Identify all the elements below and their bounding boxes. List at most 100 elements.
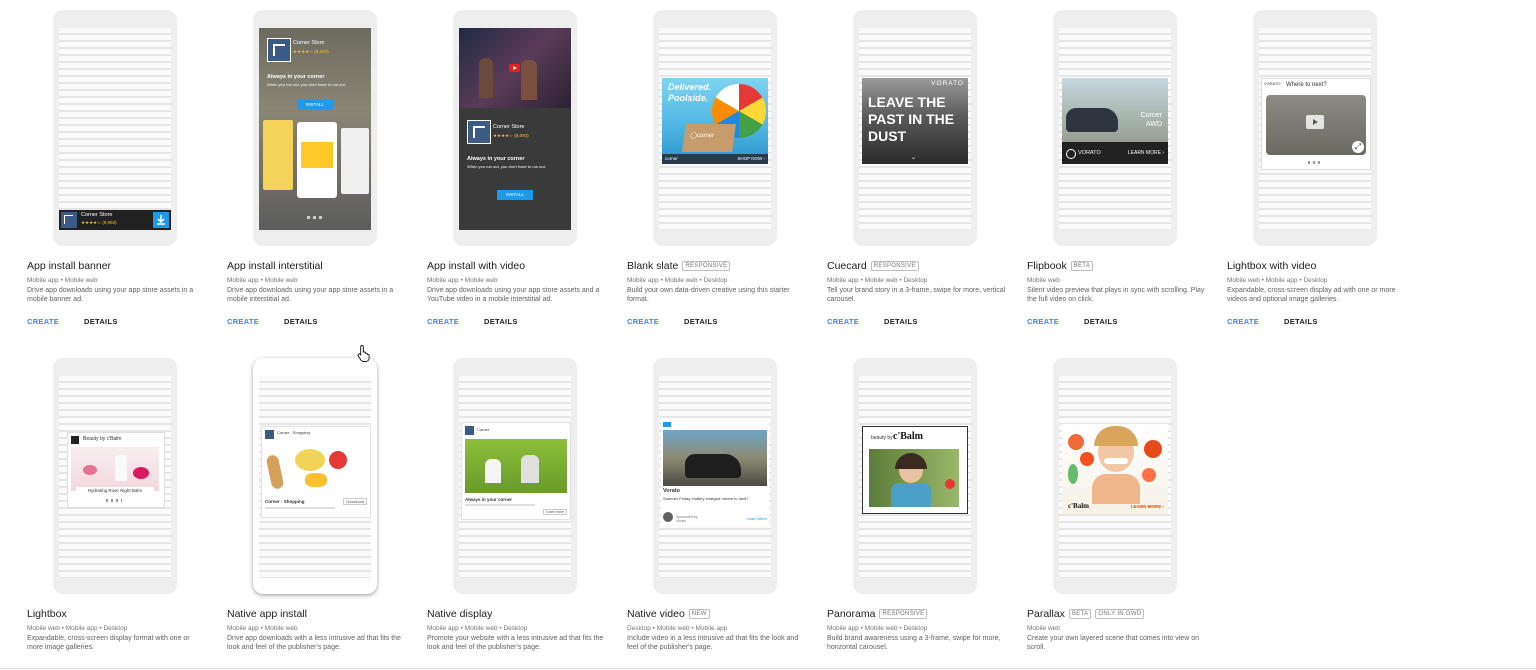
phone-preview[interactable]: c'Balm LEARN MORE › xyxy=(1053,358,1177,594)
create-button[interactable]: CREATE xyxy=(1227,317,1259,326)
phone-preview[interactable]: Corner Store ★★★★☆ (9,093) Always in you… xyxy=(453,10,577,246)
details-button[interactable]: DETAILS xyxy=(284,317,318,326)
template-description: Promote your website with a less intrusi… xyxy=(427,635,604,651)
create-button[interactable]: CREATE xyxy=(1027,317,1059,326)
phone-preview[interactable]: VORATO Where to next? ⤢ xyxy=(1253,10,1377,246)
template-name: App install banner xyxy=(27,260,112,272)
phone-preview[interactable]: Corner Store ★★★★☆ (9,093) Always in you… xyxy=(253,10,377,246)
brand: VORATO xyxy=(931,80,964,87)
create-button[interactable]: CREATE xyxy=(627,317,659,326)
template-description: Expandable, cross-screen display format … xyxy=(27,635,190,651)
template-card-app-install-banner[interactable]: Corner Store ★★★★☆ (9,093) App install b… xyxy=(27,10,227,350)
create-button[interactable]: CREATE xyxy=(27,317,59,326)
install-button[interactable]: INSTALL xyxy=(297,100,333,110)
template-platforms: Mobile app • Mobile web xyxy=(427,277,498,284)
learn-more-link[interactable]: LEARN MORE › xyxy=(1131,504,1164,509)
details-button[interactable]: DETAILS xyxy=(684,317,718,326)
template-description: Build your own data-driven creative usin… xyxy=(627,287,790,303)
details-button[interactable]: DETAILS xyxy=(1284,317,1318,326)
phone-preview[interactable]: Vorato Summer Friday, battery charged: w… xyxy=(653,358,777,594)
template-platforms: Mobile app • Mobile web xyxy=(27,277,98,284)
youtube-play-icon[interactable] xyxy=(509,64,520,72)
headline: Always in your corner xyxy=(267,74,325,80)
brand: Corner xyxy=(477,427,490,432)
vorato-logo-icon xyxy=(663,512,673,522)
template-description: Drive app downloads using your app store… xyxy=(227,287,394,303)
template-description: Expandable, cross-screen display ad with… xyxy=(1227,287,1396,303)
expand-icon[interactable]: ⤢ xyxy=(1352,141,1364,153)
play-icon[interactable] xyxy=(1306,115,1324,129)
details-button[interactable]: DETAILS xyxy=(1084,317,1118,326)
details-button[interactable]: DETAILS xyxy=(884,317,918,326)
brand: Beauty by c'Balm xyxy=(83,436,122,442)
only-in-gwd-badge: ONLY IN GWD xyxy=(1095,609,1145,619)
phone-preview[interactable]: Corner - Shopping Corner - Shopping Down… xyxy=(253,358,377,594)
template-platforms: Desktop • Mobile web • Mobile app xyxy=(627,625,728,632)
create-button[interactable]: CREATE xyxy=(427,317,459,326)
template-description: Silent video preview that plays in sync … xyxy=(1027,287,1205,303)
video-title: Vorato xyxy=(663,488,681,494)
details-button[interactable]: DETAILS xyxy=(484,317,518,326)
create-button[interactable]: CREATE xyxy=(227,317,259,326)
template-description: Drive app downloads with a less intrusiv… xyxy=(227,635,401,651)
phone-preview[interactable]: Beauty by c'Balm Hydrating Rose Night Ba… xyxy=(53,358,177,594)
template-name: App install interstitial xyxy=(227,260,323,272)
video-text: Summer Friday, battery charged: where to… xyxy=(663,496,749,501)
template-name: Flipbook BETA xyxy=(1027,260,1094,272)
headline-1: Delivered. xyxy=(668,82,712,92)
brand: c'Balm xyxy=(1068,502,1089,510)
phone-preview[interactable]: Corner Always in your corner Learn more xyxy=(453,358,577,594)
create-button[interactable]: CREATE xyxy=(827,317,859,326)
template-card-native-video[interactable]: Vorato Summer Friday, battery charged: w… xyxy=(627,358,827,670)
phone-preview[interactable]: Delivered. Poolside. ◯corner corner SHOP… xyxy=(653,10,777,246)
app-name: Corner - Shopping xyxy=(277,430,310,435)
template-card-native-display[interactable]: Corner Always in your corner Learn more … xyxy=(427,358,627,670)
details-button[interactable]: DETAILS xyxy=(84,317,118,326)
template-card-flipbook[interactable]: Corner AWD VORATO LEARN MORE › Flipbook B… xyxy=(1027,10,1227,350)
template-card-blank-slate[interactable]: Delivered. Poolside. ◯corner corner SHOP… xyxy=(627,10,827,350)
template-platforms: Mobile web xyxy=(1027,625,1060,632)
template-card-parallax[interactable]: c'Balm LEARN MORE › Parallax BETA ONLY IN … xyxy=(1027,358,1227,670)
headline-2: Poolside. xyxy=(668,93,709,103)
template-platforms: Mobile app • Mobile web • Desktop xyxy=(427,625,528,632)
brand: VORATO xyxy=(1078,150,1101,156)
app-name: Corner Store xyxy=(293,40,325,46)
learn-more-button[interactable]: Learn more xyxy=(543,509,567,515)
brand: corner xyxy=(665,156,678,161)
learn-more-link[interactable]: LEARN MORE › xyxy=(1128,150,1164,156)
template-card-app-install-with-video[interactable]: Corner Store ★★★★☆ (9,093) Always in you… xyxy=(427,10,627,350)
brand: c'Balm xyxy=(893,431,923,442)
template-description: Include video in a less intrusive ad tha… xyxy=(627,635,799,651)
template-name: Lightbox xyxy=(27,608,67,620)
template-name: Native display xyxy=(427,608,493,620)
phone-preview[interactable]: Corner AWD VORATO LEARN MORE › xyxy=(1053,10,1177,246)
template-name: Blank slate RESPONSIVE xyxy=(627,260,731,272)
download-button[interactable]: Download xyxy=(343,498,367,505)
template-card-lightbox-with-video[interactable]: VORATO Where to next? ⤢ Lightbox with vi… xyxy=(1227,10,1427,350)
app-rating: ★★★★☆ (9,093) xyxy=(81,220,117,225)
cuecard-headline: LEAVE THE PAST IN THE DUST xyxy=(868,94,955,144)
model-name-2: AWD xyxy=(1145,121,1162,128)
shop-now-link[interactable]: SHOP NOW › xyxy=(737,156,765,161)
template-card-panorama[interactable]: beauty by c'Balm Panorama RESPONSIVE Mobi… xyxy=(827,358,1027,670)
template-platforms: Mobile app • Mobile web • Desktop xyxy=(627,277,728,284)
install-button[interactable]: INSTALL xyxy=(497,190,533,200)
subline: When you run out, you don't have to run … xyxy=(467,164,546,169)
phone-preview[interactable]: Corner Store ★★★★☆ (9,093) xyxy=(53,10,177,246)
template-description: Drive app downloads using your app store… xyxy=(427,287,600,303)
download-icon[interactable] xyxy=(153,212,169,228)
lightbox-title: Where to next? xyxy=(1286,82,1327,88)
template-name: App install with video xyxy=(427,260,526,272)
template-card-app-install-interstitial[interactable]: Corner Store ★★★★☆ (9,093) Always in you… xyxy=(227,10,427,350)
model-name-1: Corner xyxy=(1140,112,1162,119)
template-card-cuecard[interactable]: VORATO LEAVE THE PAST IN THE DUST ⌄ Cuec… xyxy=(827,10,1027,350)
phone-preview[interactable]: VORATO LEAVE THE PAST IN THE DUST ⌄ xyxy=(853,10,977,246)
template-card-native-app-install[interactable]: Corner - Shopping Corner - Shopping Down… xyxy=(227,358,427,670)
chevron-down-icon[interactable]: ⌄ xyxy=(911,154,916,161)
learn-more-link[interactable]: Learn More xyxy=(747,516,767,521)
brand: VORATO xyxy=(1264,81,1281,86)
template-card-lightbox[interactable]: Beauty by c'Balm Hydrating Rose Night Ba… xyxy=(27,358,227,670)
phone-preview[interactable]: beauty by c'Balm xyxy=(853,358,977,594)
template-description: Drive app downloads using your app store… xyxy=(27,287,194,303)
template-name: Parallax BETA ONLY IN GWD xyxy=(1027,608,1145,620)
